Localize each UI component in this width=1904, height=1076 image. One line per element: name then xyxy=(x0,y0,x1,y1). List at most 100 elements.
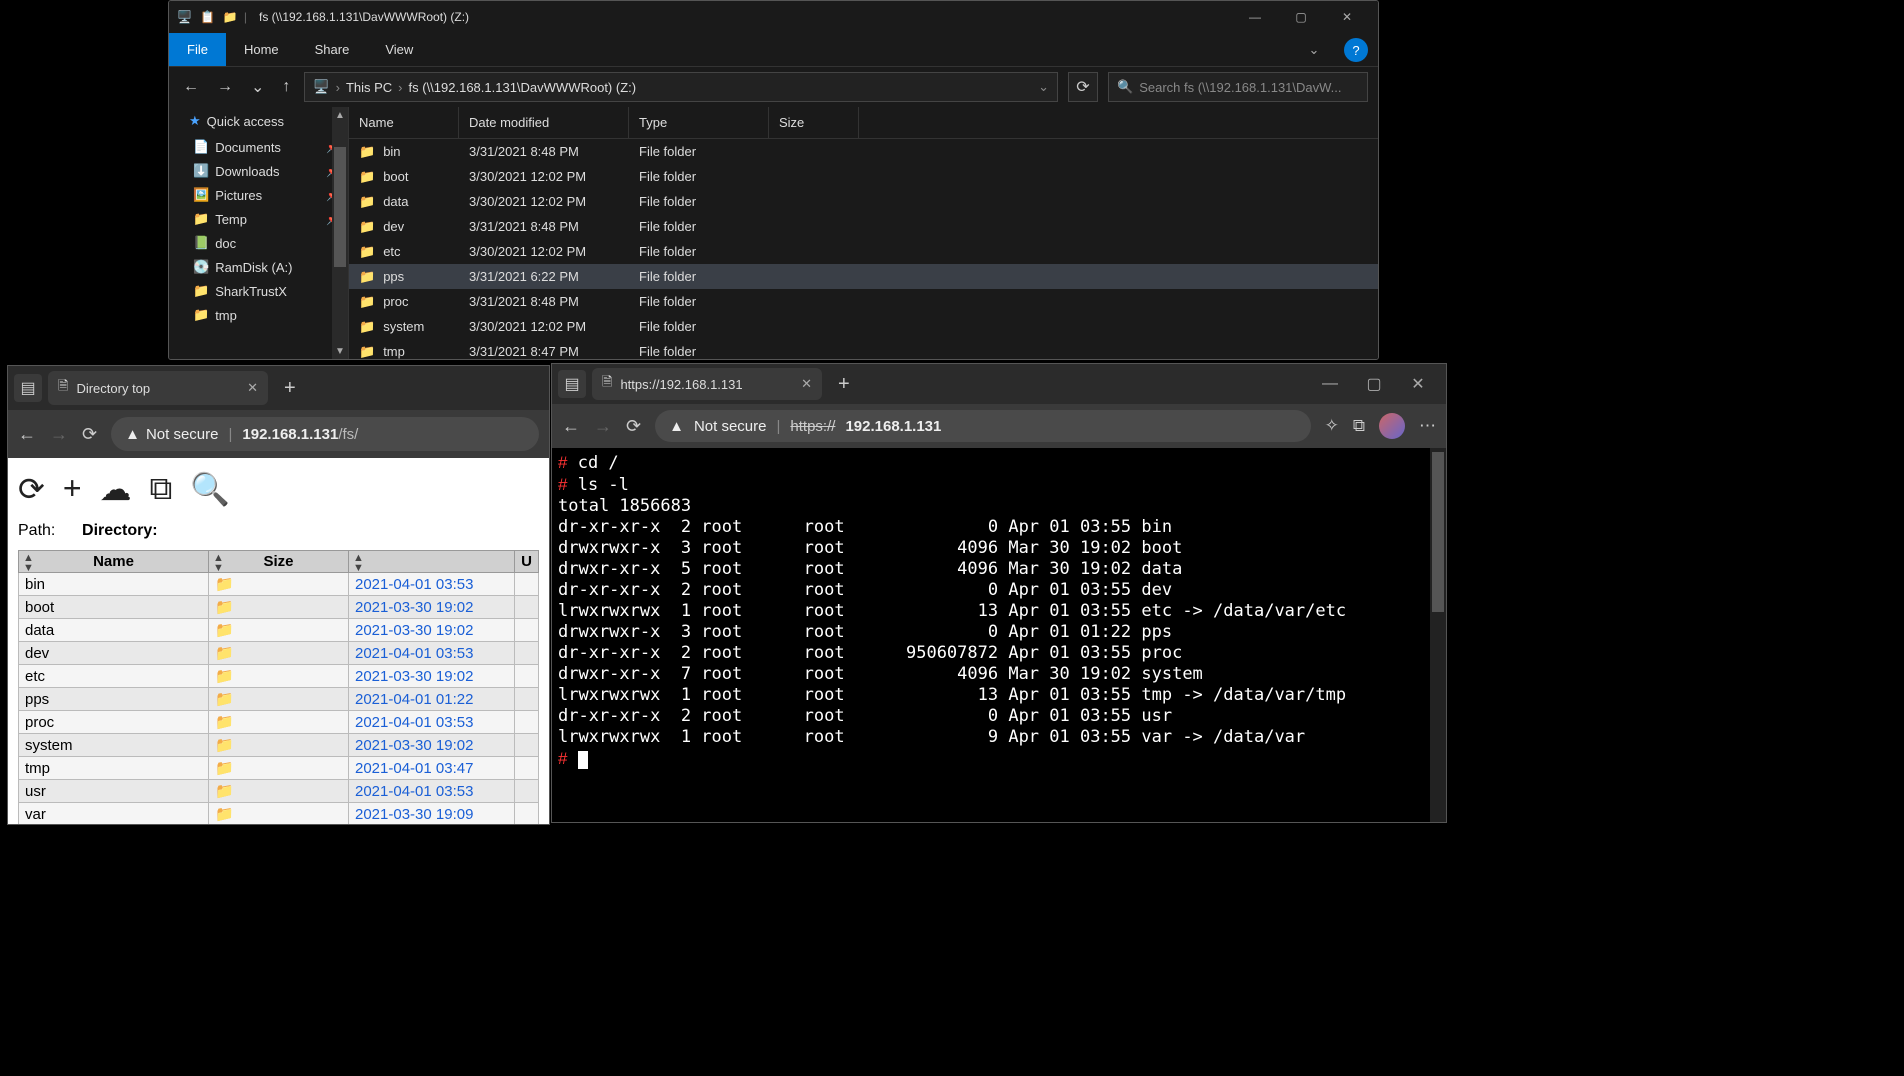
upload-icon[interactable]: ☁︎ xyxy=(100,470,132,508)
item-label: Pictures xyxy=(215,188,262,203)
table-row[interactable]: 📁pps3/31/2021 6:22 PMFile folder xyxy=(349,264,1378,289)
browser-menu-icon[interactable]: ▤ xyxy=(14,374,42,402)
table-row[interactable]: proc📁2021-04-01 03:53 xyxy=(19,711,539,734)
table-row[interactable]: etc📁2021-03-30 19:02 xyxy=(19,665,539,688)
sidebar-item[interactable]: 📁Temp📌 xyxy=(169,207,348,231)
refresh-button[interactable]: ⟳ xyxy=(1068,72,1098,102)
file-date: 2021-04-01 01:22 xyxy=(349,688,515,711)
search-icon[interactable]: 🔍 xyxy=(190,470,230,508)
terminal-output[interactable]: # cd / # ls -l total 1856683 dr-xr-xr-x … xyxy=(552,448,1446,822)
table-row[interactable]: boot📁2021-03-30 19:02 xyxy=(19,596,539,619)
ribbon-view[interactable]: View xyxy=(367,33,431,66)
folder-icon: 📁 xyxy=(215,599,234,616)
favorite-icon[interactable]: ✧ xyxy=(1325,416,1339,436)
tab-directory[interactable]: 🗎 Directory top ✕ xyxy=(48,371,268,405)
sidebar-item[interactable]: 📁SharkTrustX xyxy=(169,279,348,303)
sidebar-item[interactable]: 💽RamDisk (A:) xyxy=(169,255,348,279)
search-box[interactable]: 🔍 Search fs (\\192.168.1.131\DavW... xyxy=(1108,72,1368,102)
col-date[interactable]: ▲▼ xyxy=(349,551,515,573)
ribbon-share[interactable]: Share xyxy=(297,33,368,66)
maximize-button[interactable]: ▢ xyxy=(1278,1,1324,33)
address-bar[interactable]: ▲ Not secure | https://192.168.1.131 xyxy=(655,410,1311,442)
sidebar-scrollbar[interactable]: ▲ ▼ xyxy=(332,107,348,359)
table-row[interactable]: 📁data3/30/2021 12:02 PMFile folder xyxy=(349,189,1378,214)
profile-avatar[interactable] xyxy=(1379,413,1405,439)
terminal-scrollbar[interactable] xyxy=(1430,448,1446,822)
col-modified[interactable]: Date modified xyxy=(459,107,629,138)
tab-close-icon[interactable]: ✕ xyxy=(247,380,258,396)
scroll-thumb[interactable] xyxy=(1432,452,1444,612)
table-row[interactable]: data📁2021-03-30 19:02 xyxy=(19,619,539,642)
table-row[interactable]: 📁etc3/30/2021 12:02 PMFile folder xyxy=(349,239,1378,264)
browser-menu-icon[interactable]: ▤ xyxy=(558,370,586,398)
reload-button[interactable]: ⟳ xyxy=(626,416,641,437)
close-button[interactable]: ✕ xyxy=(1396,364,1440,404)
add-icon[interactable]: + xyxy=(63,470,82,508)
reload-button[interactable]: ⟳ xyxy=(82,424,97,445)
address-bar[interactable]: ▲Not secure | 192.168.1.131/fs/ xyxy=(111,417,539,451)
scroll-up-icon[interactable]: ▲ xyxy=(332,107,348,123)
new-tab-button[interactable]: + xyxy=(274,377,306,400)
table-row[interactable]: usr📁2021-04-01 03:53 xyxy=(19,780,539,803)
col-u[interactable]: U xyxy=(515,551,539,573)
table-row[interactable]: tmp📁2021-04-01 03:47 xyxy=(19,757,539,780)
ribbon-file[interactable]: File xyxy=(169,33,226,66)
sidebar-item[interactable]: 📄Documents📌 xyxy=(169,135,348,159)
forward-button[interactable]: → xyxy=(594,416,612,437)
col-name[interactable]: Name xyxy=(349,107,459,138)
quick-access-header[interactable]: ★ Quick access xyxy=(169,107,348,135)
help-button[interactable]: ? xyxy=(1344,38,1368,62)
close-button[interactable]: ✕ xyxy=(1324,1,1370,33)
tab-terminal[interactable]: 🗎 https://192.168.1.131 ✕ xyxy=(592,368,822,400)
refresh-icon[interactable]: ⟳ xyxy=(18,470,45,508)
minimize-button[interactable]: — xyxy=(1232,1,1278,33)
file-date: 2021-03-30 19:02 xyxy=(349,665,515,688)
col-type[interactable]: Type xyxy=(629,107,769,138)
address-bar[interactable]: 🖥️ › This PC › fs (\\192.168.1.131\DavWW… xyxy=(304,72,1058,102)
table-row[interactable]: bin📁2021-04-01 03:53 xyxy=(19,573,539,596)
sidebar-item[interactable]: ⬇️Downloads📌 xyxy=(169,159,348,183)
history-dropdown[interactable]: ⌄ xyxy=(247,73,268,101)
table-row[interactable]: system📁2021-03-30 19:02 xyxy=(19,734,539,757)
col-size[interactable]: ▲▼Size xyxy=(209,551,349,573)
crumb-this-pc[interactable]: This PC xyxy=(346,80,392,95)
new-tab-button[interactable]: + xyxy=(828,373,860,396)
qat-icon[interactable]: 📋 xyxy=(200,10,215,24)
copy-icon[interactable]: ⧉ xyxy=(150,470,173,508)
nav-toolbar: ← → ⌄ ↑ 🖥️ › This PC › fs (\\192.168.1.1… xyxy=(169,67,1378,107)
maximize-button[interactable]: ▢ xyxy=(1352,364,1396,404)
minimize-button[interactable]: — xyxy=(1308,364,1352,404)
address-dropdown-icon[interactable]: ⌄ xyxy=(1038,79,1049,95)
col-name[interactable]: ▲▼Name xyxy=(19,551,209,573)
sidebar-item[interactable]: 📁tmp xyxy=(169,303,348,327)
table-row[interactable]: 📁bin3/31/2021 8:48 PMFile folder xyxy=(349,139,1378,164)
crumb-path[interactable]: fs (\\192.168.1.131\DavWWWRoot) (Z:) xyxy=(409,80,637,95)
ribbon-expand-icon[interactable]: ⌄ xyxy=(1294,33,1334,66)
ribbon-home[interactable]: Home xyxy=(226,33,297,66)
table-row[interactable]: 📁system3/30/2021 12:02 PMFile folder xyxy=(349,314,1378,339)
table-row[interactable]: 📁boot3/30/2021 12:02 PMFile folder xyxy=(349,164,1378,189)
tab-close-icon[interactable]: ✕ xyxy=(801,376,812,392)
col-size[interactable]: Size xyxy=(769,107,859,138)
table-row[interactable]: dev📁2021-04-01 03:53 xyxy=(19,642,539,665)
file-type: File folder xyxy=(629,169,769,184)
sidebar-item[interactable]: 📗doc xyxy=(169,231,348,255)
file-type: File folder xyxy=(629,144,769,159)
forward-button[interactable]: → xyxy=(213,74,237,100)
back-button[interactable]: ← xyxy=(18,424,36,445)
scroll-down-icon[interactable]: ▼ xyxy=(332,343,348,359)
table-row[interactable]: 📁dev3/31/2021 8:48 PMFile folder xyxy=(349,214,1378,239)
scroll-thumb[interactable] xyxy=(334,147,346,267)
up-button[interactable]: ↑ xyxy=(278,74,294,100)
more-icon[interactable]: ⋯ xyxy=(1419,416,1436,436)
table-row[interactable]: 📁tmp3/31/2021 8:47 PMFile folder xyxy=(349,339,1378,360)
back-button[interactable]: ← xyxy=(562,416,580,437)
titlebar[interactable]: 🖥️ 📋 📁 | fs (\\192.168.1.131\DavWWWRoot)… xyxy=(169,1,1378,33)
table-row[interactable]: pps📁2021-04-01 01:22 xyxy=(19,688,539,711)
forward-button[interactable]: → xyxy=(50,424,68,445)
table-row[interactable]: 📁proc3/31/2021 8:48 PMFile folder xyxy=(349,289,1378,314)
table-row[interactable]: var📁2021-03-30 19:09 xyxy=(19,803,539,826)
sidebar-item[interactable]: 🖼️Pictures📌 xyxy=(169,183,348,207)
collections-icon[interactable]: ⧉ xyxy=(1353,416,1365,436)
back-button[interactable]: ← xyxy=(179,74,203,100)
